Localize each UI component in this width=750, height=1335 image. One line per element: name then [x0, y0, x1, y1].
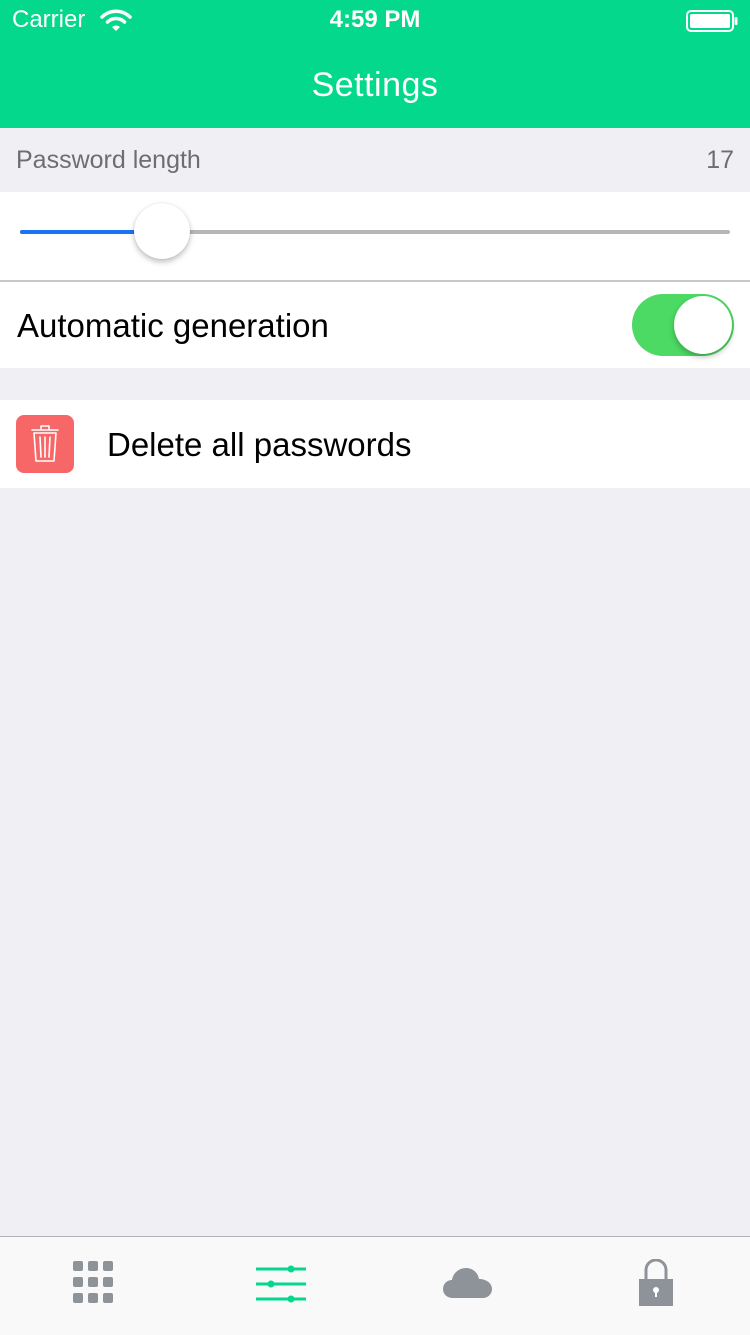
automatic-generation-toggle[interactable] [632, 294, 734, 356]
grid-icon [73, 1261, 113, 1303]
status-bar: Carrier 4:59 PM [0, 0, 750, 40]
password-length-header: Password length 17 [0, 128, 750, 192]
tab-cloud[interactable] [374, 1237, 561, 1335]
tab-bar [0, 1236, 750, 1335]
automatic-generation-row: Automatic generation [0, 282, 750, 368]
tab-settings[interactable] [187, 1237, 374, 1335]
tab-grid[interactable] [0, 1237, 187, 1335]
navigation-header: Carrier 4:59 PM Settings [0, 0, 750, 128]
password-length-value: 17 [706, 146, 734, 174]
toggle-knob [674, 296, 732, 354]
slider-thumb[interactable] [134, 203, 190, 259]
battery-icon [686, 10, 738, 32]
status-time: 4:59 PM [329, 6, 421, 33]
page-title: Settings [311, 66, 439, 104]
password-length-slider-row [0, 192, 750, 282]
trash-icon [31, 425, 59, 462]
delete-icon-background [16, 415, 74, 473]
delete-all-passwords-label: Delete all passwords [107, 426, 412, 463]
cloud-icon [443, 1268, 492, 1298]
lock-icon [639, 1259, 673, 1306]
password-length-label: Password length [16, 146, 201, 174]
automatic-generation-label: Automatic generation [17, 307, 329, 344]
tab-lock[interactable] [561, 1237, 748, 1335]
sliders-icon [256, 1265, 306, 1303]
delete-all-passwords-row[interactable]: Delete all passwords [0, 400, 750, 488]
password-length-slider[interactable] [20, 203, 730, 259]
